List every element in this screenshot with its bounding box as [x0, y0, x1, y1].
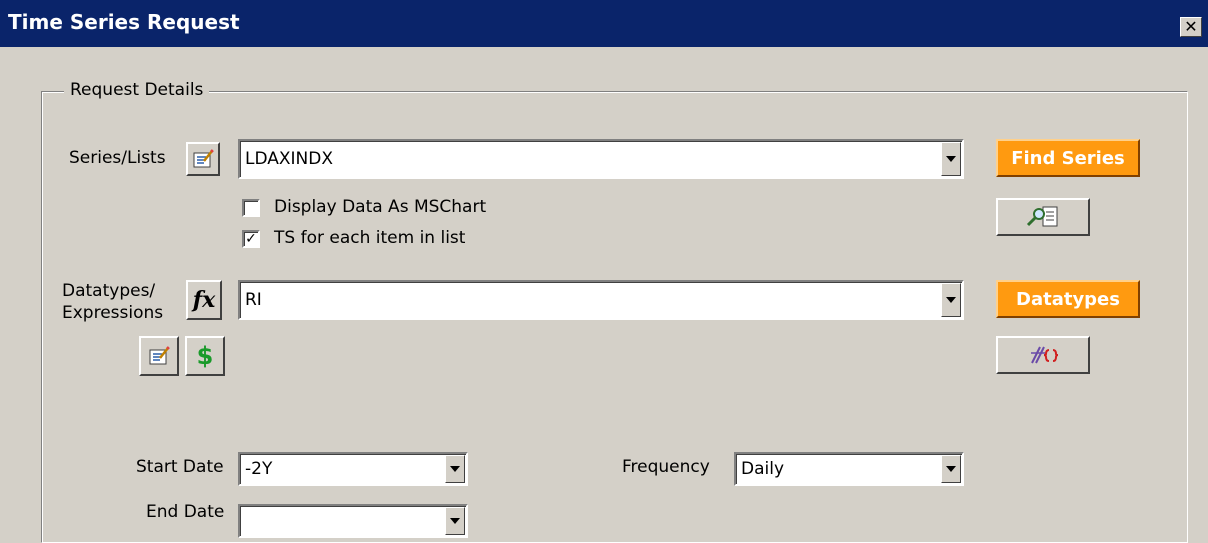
- expression-builder-button[interactable]: [996, 336, 1090, 374]
- end-date-combo[interactable]: [238, 504, 468, 538]
- currency-button[interactable]: $: [185, 336, 225, 376]
- find-series-label: Find Series: [1011, 147, 1125, 169]
- chevron-down-icon[interactable]: [941, 283, 961, 317]
- list-picker-icon: [149, 346, 170, 365]
- close-icon: ✕: [1184, 17, 1198, 36]
- ts-each-item-checkbox[interactable]: ✓: [242, 230, 260, 248]
- search-document-icon: [1026, 206, 1058, 227]
- datatype-list-picker-button[interactable]: [139, 336, 179, 376]
- start-date-value: -2Y: [245, 459, 273, 479]
- close-button[interactable]: ✕: [1180, 17, 1202, 37]
- series-lists-label: Series/Lists: [69, 148, 166, 168]
- frequency-label: Frequency: [622, 457, 710, 477]
- series-lookup-button[interactable]: [996, 198, 1090, 236]
- datatypes-combo[interactable]: RI: [238, 280, 964, 320]
- function-button[interactable]: fx: [186, 280, 222, 320]
- datatypes-button-label: Datatypes: [1016, 288, 1120, 310]
- dollar-icon: $: [196, 342, 214, 370]
- function-icon: fx: [192, 287, 216, 313]
- series-list-picker-button[interactable]: [186, 142, 220, 176]
- list-picker-icon: [193, 149, 214, 168]
- expression-icon: [1031, 346, 1059, 364]
- title-bar: Time Series Request: [0, 0, 1208, 47]
- chevron-down-icon[interactable]: [941, 455, 961, 483]
- series-lists-combo[interactable]: LDAXINDX: [238, 139, 964, 179]
- frequency-value: Daily: [741, 459, 785, 479]
- datatypes-button[interactable]: Datatypes: [996, 280, 1140, 318]
- ts-each-item-label: TS for each item in list: [274, 228, 466, 248]
- window-title: Time Series Request: [8, 10, 240, 34]
- group-legend: Request Details: [64, 80, 210, 100]
- display-chart-label: Display Data As MSChart: [274, 197, 487, 217]
- chevron-down-icon[interactable]: [445, 455, 465, 483]
- datatypes-label: Datatypes/: [62, 281, 156, 301]
- end-date-label: End Date: [146, 502, 225, 522]
- display-chart-checkbox[interactable]: [242, 199, 260, 217]
- frequency-combo[interactable]: Daily: [734, 452, 964, 486]
- start-date-label: Start Date: [136, 457, 224, 477]
- datatypes-value: RI: [245, 290, 262, 310]
- chevron-down-icon[interactable]: [445, 507, 465, 535]
- checkmark-icon: ✓: [245, 231, 257, 247]
- find-series-button[interactable]: Find Series: [996, 139, 1140, 177]
- expressions-label: Expressions: [62, 303, 164, 323]
- chevron-down-icon[interactable]: [941, 142, 961, 176]
- start-date-combo[interactable]: -2Y: [238, 452, 468, 486]
- series-lists-value: LDAXINDX: [245, 149, 334, 169]
